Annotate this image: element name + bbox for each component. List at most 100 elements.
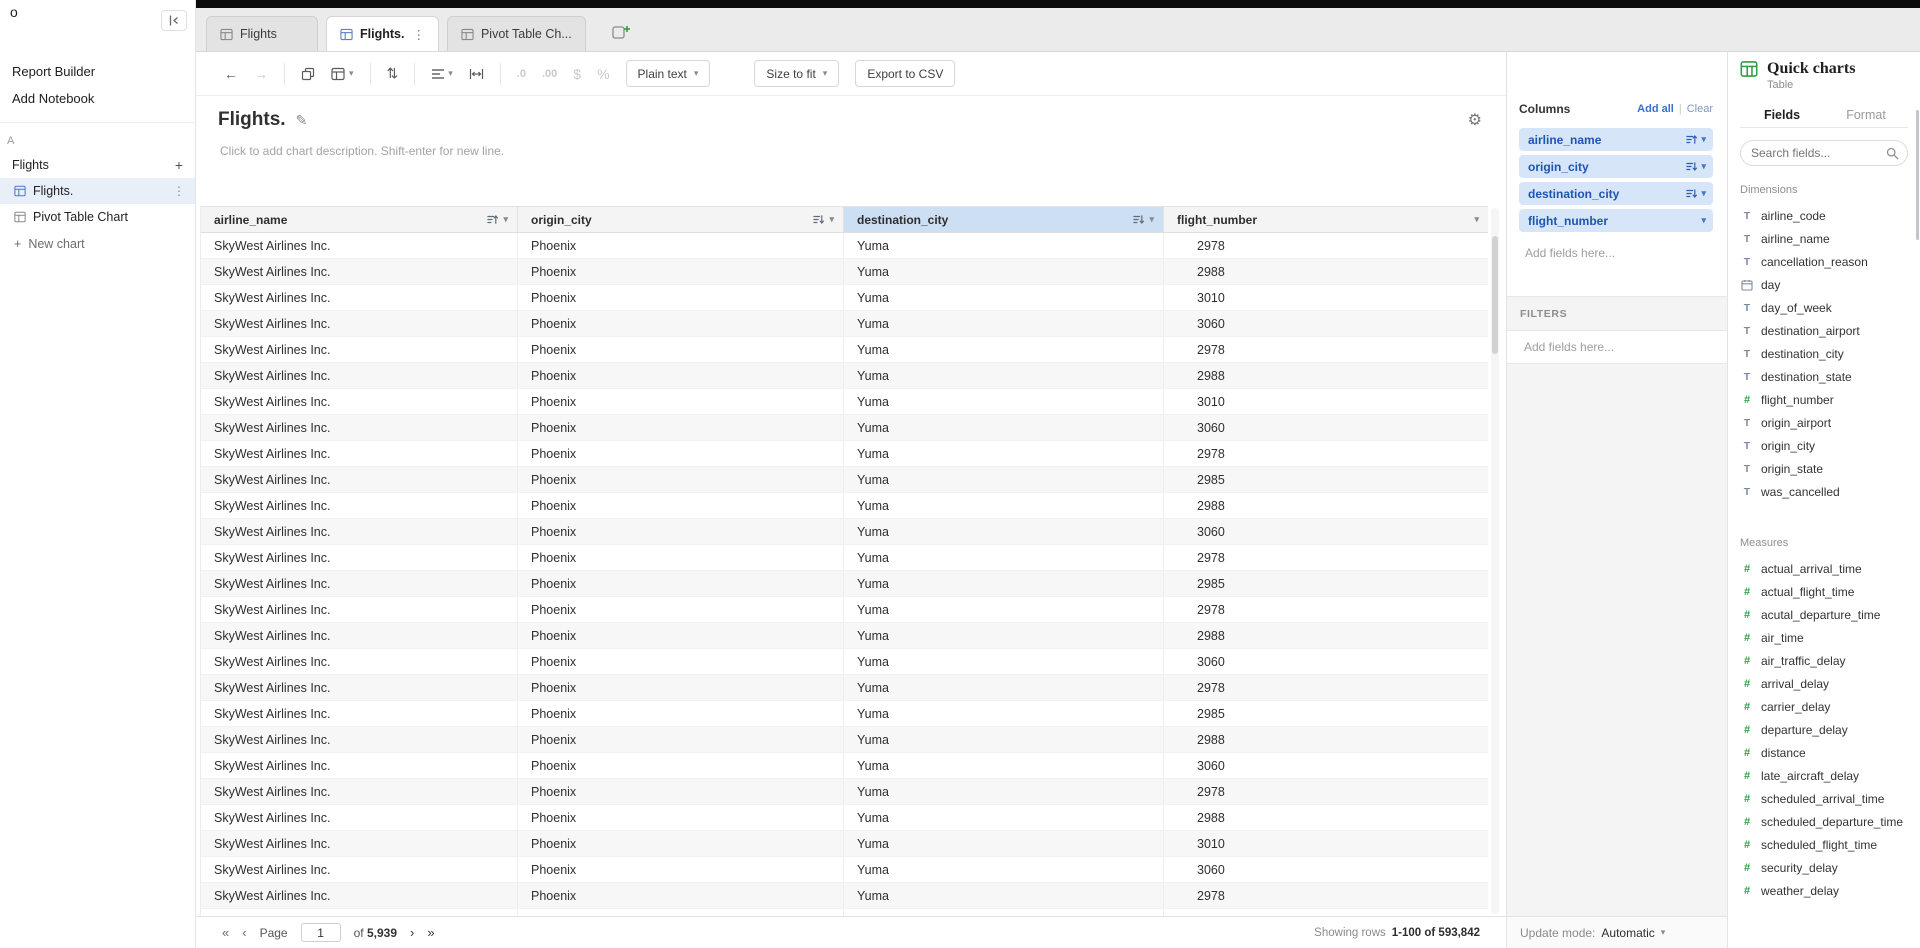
notebook-item-flights[interactable]: Flights + [0,151,195,178]
sidebar-chart-item-flights[interactable]: Flights.⋮ [0,178,195,204]
percent-format-icon[interactable]: % [597,66,609,82]
table-scrollbar-thumb[interactable] [1492,236,1498,354]
measure-air-traffic-delay[interactable]: #air_traffic_delay [1740,649,1908,672]
chip-caret-icon[interactable]: ▾ [1701,135,1706,144]
cell-airline-name: SkyWest Airlines Inc. [201,441,518,466]
chip-caret-icon[interactable]: ▾ [1701,216,1706,225]
measure-late-aircraft-delay[interactable]: #late_aircraft_delay [1740,764,1908,787]
add-all-link[interactable]: Add all [1637,103,1674,115]
filters-add-fields-placeholder[interactable]: Add fields here... [1507,330,1727,364]
tab-pivot-table-ch[interactable]: Pivot Table Ch... [447,16,586,51]
measure-air-time[interactable]: #air_time [1740,626,1908,649]
column-chip-airline-name[interactable]: airline_name▾ [1519,128,1713,151]
dimension-airline-name[interactable]: Tairline_name [1740,227,1908,250]
clear-link[interactable]: Clear [1687,103,1713,115]
sidebar-chart-item-pivot-table-chart[interactable]: Pivot Table Chart [0,204,195,230]
dimension-day[interactable]: day [1740,273,1908,296]
column-menu-caret-icon[interactable]: ▾ [1149,215,1154,224]
currency-format-icon[interactable]: $ [573,66,581,82]
column-chip-origin-city[interactable]: origin_city▾ [1519,155,1713,178]
column-header-origin-city[interactable]: origin_city▾ [518,207,844,232]
report-builder-item[interactable]: Report Builder [0,58,195,85]
chip-caret-icon[interactable]: ▾ [1701,162,1706,171]
columns-add-fields-placeholder[interactable]: Add fields here... [1519,236,1713,260]
chip-caret-icon[interactable]: ▾ [1701,189,1706,198]
dimension-origin-state[interactable]: Torigin_state [1740,457,1908,480]
edit-title-pencil-icon[interactable]: ✎ [296,112,308,129]
column-header-flight-number[interactable]: flight_number▾ [1164,207,1488,232]
back-button[interactable]: ← [224,66,238,82]
first-page-button[interactable]: « [222,925,229,940]
duplicate-icon[interactable] [301,67,315,81]
dimension-origin-airport[interactable]: Torigin_airport [1740,411,1908,434]
add-notebook-item[interactable]: Add Notebook [0,85,195,112]
dimension-origin-city[interactable]: Torigin_city [1740,434,1908,457]
tab-flights[interactable]: Flights [206,16,318,51]
cell-origin-city: Phoenix [518,493,844,518]
add-chart-plus-icon[interactable]: + [175,157,183,173]
table-export-icon[interactable]: ▾ [331,67,354,81]
cell-airline-name: SkyWest Airlines Inc. [201,259,518,284]
settings-gear-icon[interactable]: ⚙ [1468,110,1482,130]
sidebar-collapse-button[interactable] [161,10,187,31]
dimension-flight-number[interactable]: #flight_number [1740,388,1908,411]
column-width-icon[interactable] [469,68,484,80]
item-menu-dots-icon[interactable]: ⋮ [173,184,185,198]
update-mode-select[interactable]: Automatic [1601,926,1654,940]
column-header-destination-city[interactable]: destination_city▾ [844,207,1164,232]
sort-rows-icon[interactable]: ⇅ [387,65,399,82]
number-field-icon: # [1740,885,1754,897]
table-row: SkyWest Airlines Inc.PhoenixYuma2985 [201,571,1488,597]
cell-flight-number: 2985 [1164,571,1488,596]
page-input[interactable] [301,923,341,942]
dimension-day-of-week[interactable]: Tday_of_week [1740,296,1908,319]
search-fields-input[interactable] [1740,140,1908,166]
measure-distance[interactable]: #distance [1740,741,1908,764]
next-page-button[interactable]: › [410,925,414,940]
table-scrollbar[interactable] [1491,208,1499,914]
measure-scheduled-arrival-time[interactable]: #scheduled_arrival_time [1740,787,1908,810]
dimension-destination-state[interactable]: Tdestination_state [1740,365,1908,388]
cell-origin-city: Phoenix [518,337,844,362]
measure-actual-arrival-time[interactable]: #actual_arrival_time [1740,557,1908,580]
export-csv-button[interactable]: Export to CSV [855,60,955,87]
dimension-destination-city[interactable]: Tdestination_city [1740,342,1908,365]
decimal-increase-icon[interactable]: .00 [542,68,557,80]
measure-acutal-departure-time[interactable]: #acutal_departure_time [1740,603,1908,626]
fields-panel-tab-format[interactable]: Format [1824,108,1908,122]
last-page-button[interactable]: » [427,925,434,940]
dimension-cancellation-reason[interactable]: Tcancellation_reason [1740,250,1908,273]
text-format-select[interactable]: Plain text ▾ [626,60,711,87]
measure-carrier-delay[interactable]: #carrier_delay [1740,695,1908,718]
column-menu-caret-icon[interactable]: ▾ [503,215,508,224]
prev-page-button[interactable]: ‹ [242,925,246,940]
dimension-destination-airport[interactable]: Tdestination_airport [1740,319,1908,342]
chart-description-placeholder[interactable]: Click to add chart description. Shift-en… [220,144,504,158]
new-chart-button[interactable]: + New chart [0,230,195,257]
column-header-airline-name[interactable]: airline_name▾ [201,207,518,232]
forward-button[interactable]: → [254,66,268,82]
column-menu-caret-icon[interactable]: ▾ [829,215,834,224]
decimal-decrease-icon[interactable]: .0 [517,68,526,80]
column-menu-caret-icon[interactable]: ▾ [1474,215,1479,224]
dimension-was-cancelled[interactable]: Twas_cancelled [1740,480,1908,503]
measure-actual-flight-time[interactable]: #actual_flight_time [1740,580,1908,603]
measure-scheduled-departure-time[interactable]: #scheduled_departure_time [1740,810,1908,833]
measure-weather-delay[interactable]: #weather_delay [1740,879,1908,902]
dimension-airline-code[interactable]: Tairline_code [1740,204,1908,227]
tab-menu-dots-icon[interactable]: ⋮ [412,27,425,42]
measure-departure-delay[interactable]: #departure_delay [1740,718,1908,741]
text-align-icon[interactable]: ▾ [431,68,453,80]
fields-panel-tab-fields[interactable]: Fields [1740,108,1824,122]
measure-security-delay[interactable]: #security_delay [1740,856,1908,879]
column-chip-destination-city[interactable]: destination_city▾ [1519,182,1713,205]
new-tab-button[interactable] [604,17,640,47]
data-table: airline_name▾origin_city▾destination_cit… [200,206,1488,916]
measure-arrival-delay[interactable]: #arrival_delay [1740,672,1908,695]
measure-scheduled-flight-time[interactable]: #scheduled_flight_time [1740,833,1908,856]
fields-panel-scrollbar-thumb[interactable] [1916,110,1919,240]
column-chip-flight-number[interactable]: flight_number▾ [1519,209,1713,232]
tab-flights[interactable]: Flights.⋮ [326,16,439,51]
size-to-fit-select[interactable]: Size to fit ▾ [754,60,839,87]
field-label: security_delay [1761,861,1838,875]
